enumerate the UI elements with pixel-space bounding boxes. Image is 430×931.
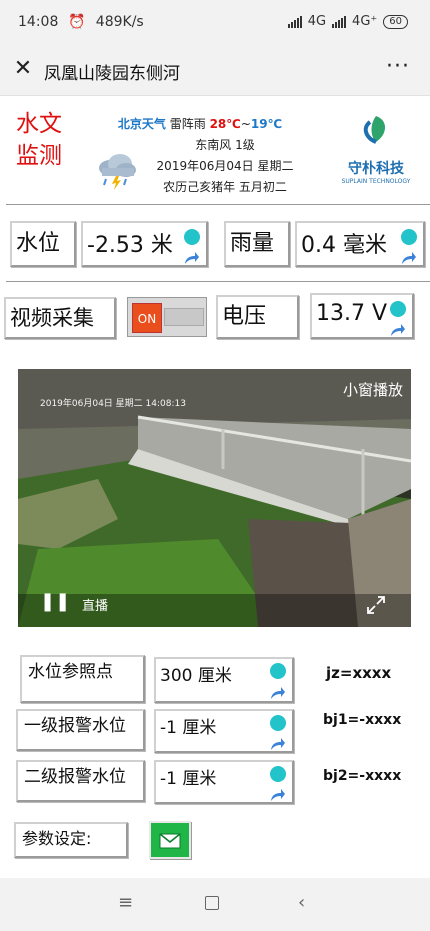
pause-icon[interactable]: ❚❚ bbox=[40, 591, 70, 612]
ref-point-value: 300 厘米 bbox=[160, 666, 232, 686]
voltage-value: 13.7 V bbox=[316, 301, 388, 326]
alarm1-value: -1 厘米 bbox=[160, 718, 217, 738]
fullscreen-icon[interactable] bbox=[366, 595, 386, 615]
alarm2-label: 二级报警水位 bbox=[16, 760, 145, 802]
share-arrow-icon[interactable] bbox=[390, 323, 406, 337]
brand-logo: 守朴科技 SUPLAIN TECHNOLOGY bbox=[338, 112, 414, 192]
settings-label: 参数设定: bbox=[14, 822, 128, 858]
share-arrow-icon[interactable] bbox=[270, 686, 286, 700]
thunderstorm-icon bbox=[99, 154, 136, 190]
signal-icon-2 bbox=[332, 15, 347, 28]
status-bar: 14:08 ⏰ 489K/s 4G 4G⁺ 60 bbox=[0, 0, 430, 46]
ref-point-label: 水位参照点 bbox=[20, 655, 145, 703]
network-speed: 489K/s bbox=[95, 14, 144, 30]
hydrology-logo: 水文 监测 bbox=[16, 108, 62, 172]
share-arrow-icon[interactable] bbox=[184, 251, 200, 265]
network-type-1: 4G bbox=[307, 14, 327, 29]
water-level-value: -2.53 米 bbox=[87, 233, 173, 258]
rainfall-label: 雨量 bbox=[224, 221, 290, 267]
status-dot-icon bbox=[270, 766, 286, 782]
envelope-icon bbox=[159, 833, 181, 849]
logo-line-2: 监测 bbox=[16, 143, 62, 169]
home-icon[interactable] bbox=[205, 896, 219, 910]
video-player[interactable]: 2019年06月04日 星期二 14:08:13 小窗播放 ❚❚ 直播 bbox=[18, 369, 411, 627]
status-dot-icon bbox=[270, 715, 286, 731]
video-toggle-switch[interactable]: ON bbox=[127, 297, 207, 337]
voltage-label: 电压 bbox=[216, 295, 299, 339]
logo-line-1: 水文 bbox=[16, 111, 62, 137]
alarm-clock-icon: ⏰ bbox=[68, 14, 86, 30]
divider bbox=[6, 204, 430, 205]
divider bbox=[6, 281, 430, 282]
ref-point-value-box[interactable]: 300 厘米 bbox=[154, 657, 294, 703]
alarm2-value-box[interactable]: -1 厘米 bbox=[154, 760, 294, 804]
alarm2-code: bj2=-xxxx bbox=[323, 768, 402, 784]
toggle-rail bbox=[164, 308, 204, 326]
water-level-value-box[interactable]: -2.53 米 bbox=[81, 221, 208, 267]
voltage-value-box[interactable]: 13.7 V bbox=[310, 293, 414, 339]
video-capture-label: 视频采集 bbox=[4, 297, 116, 339]
status-dot-icon bbox=[184, 229, 200, 245]
status-time: 14:08 bbox=[18, 14, 59, 30]
settings-button[interactable] bbox=[149, 821, 191, 859]
battery-icon: 60 bbox=[383, 14, 408, 29]
status-dot-icon bbox=[401, 229, 417, 245]
weather-desc: 雷阵雨 bbox=[169, 117, 206, 131]
back-icon[interactable]: ‹ bbox=[298, 892, 305, 913]
alarm1-value-box[interactable]: -1 厘米 bbox=[154, 709, 294, 753]
signal-icon bbox=[287, 15, 302, 28]
toggle-on-label: ON bbox=[132, 303, 162, 333]
live-label: 直播 bbox=[82, 599, 109, 614]
water-level-label: 水位 bbox=[10, 221, 76, 267]
status-dot-icon bbox=[390, 301, 406, 317]
status-dot-icon bbox=[270, 663, 286, 679]
close-icon[interactable]: ✕ bbox=[12, 58, 34, 80]
more-options-icon[interactable]: ··· bbox=[386, 54, 410, 79]
leaf-icon bbox=[363, 116, 385, 144]
network-type-2: 4G⁺ bbox=[352, 14, 378, 29]
share-arrow-icon[interactable] bbox=[270, 737, 286, 751]
brand-name: 守朴科技 bbox=[348, 161, 404, 177]
alarm1-code: bj1=-xxxx bbox=[323, 712, 402, 728]
mini-window-button[interactable]: 小窗播放 bbox=[343, 379, 403, 400]
system-navbar: ≡ ‹ bbox=[0, 878, 430, 931]
page-title: 凤凰山陵园东侧河 bbox=[44, 64, 180, 84]
temp-low: 19℃ bbox=[250, 117, 283, 131]
share-arrow-icon[interactable] bbox=[401, 251, 417, 265]
temp-sep: ~ bbox=[240, 117, 251, 131]
brand-english: SUPLAIN TECHNOLOGY bbox=[341, 178, 411, 185]
rainfall-value: 0.4 毫米 bbox=[301, 233, 387, 258]
share-arrow-icon[interactable] bbox=[270, 788, 286, 802]
rainfall-value-box[interactable]: 0.4 毫米 bbox=[295, 221, 425, 267]
ref-point-code: jz=xxxx bbox=[326, 664, 392, 682]
menu-icon[interactable]: ≡ bbox=[118, 892, 133, 913]
weather-city: 北京天气 bbox=[117, 117, 166, 131]
alarm2-value: -1 厘米 bbox=[160, 769, 217, 789]
title-bar: ✕ 凤凰山陵园东侧河 ··· bbox=[0, 46, 430, 96]
video-timestamp: 2019年06月04日 星期二 14:08:13 bbox=[40, 399, 186, 409]
alarm1-label: 一级报警水位 bbox=[16, 709, 145, 751]
temp-high: 28℃ bbox=[209, 117, 241, 131]
